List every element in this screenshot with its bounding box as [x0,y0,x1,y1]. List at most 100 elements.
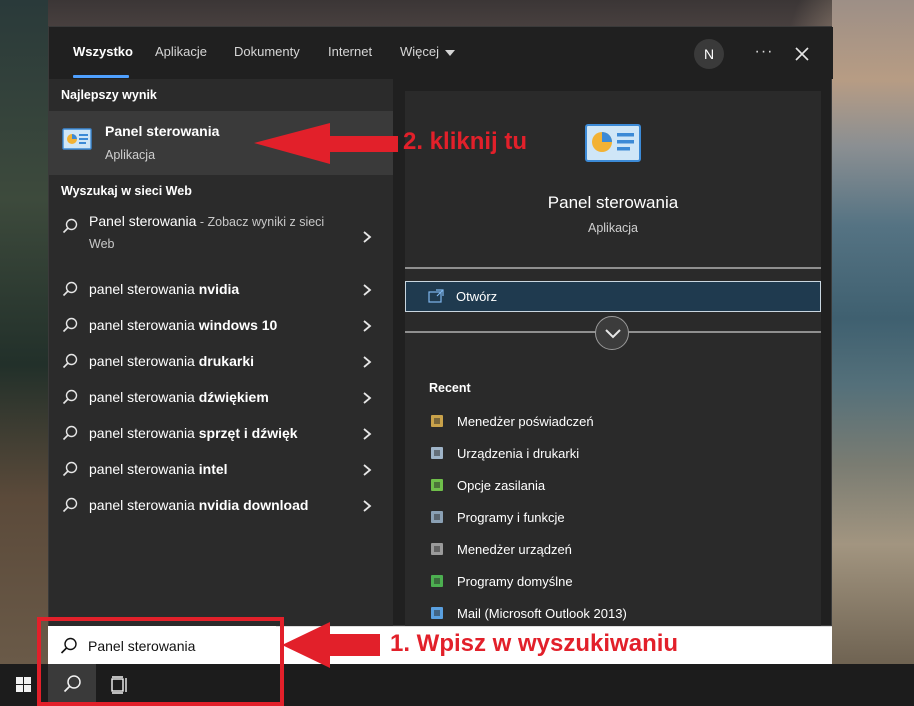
highlight-frame [37,617,284,706]
recent-item[interactable]: Menedżer poświadczeń [405,407,821,439]
suggestion-keyword: dźwiękiem [198,389,269,405]
recent-item-label: Opcje zasilania [457,478,546,493]
search-icon [62,497,78,513]
web-suggestion-text: panel sterowania nvidia [89,281,239,297]
recent-item[interactable]: Menedżer urządzeń [405,535,821,567]
suggestion-prefix: panel sterowania [89,317,199,333]
web-suggestion-text: panel sterowania drukarki [89,353,254,369]
web-suggestion-row[interactable]: panel sterowania windows 10 [49,308,393,344]
active-tab-indicator [73,75,129,78]
results-list: Najlepszy wynik Panel sterowania Aplikac… [49,79,393,627]
best-match-item[interactable]: Panel sterowania Aplikacja [49,111,393,175]
open-button[interactable]: Otwórz [405,281,821,312]
recent-item-icon [431,607,443,619]
suggestion-prefix: panel sterowania [89,497,199,513]
annotation-step1: 1. Wpisz w wyszukiwaniu [390,630,679,657]
best-match-subtitle: Aplikacja [105,148,156,162]
tab-all[interactable]: Wszystko [73,44,133,59]
control-panel-icon [585,124,641,162]
tab-apps[interactable]: Aplikacje [155,44,207,59]
open-icon [428,289,444,303]
best-match-title: Panel sterowania [105,123,220,139]
recent-item[interactable]: Urządzenia i drukarki [405,439,821,471]
suggestion-keyword: windows 10 [198,317,278,333]
tab-internet[interactable]: Internet [328,44,372,59]
preview-subtitle: Aplikacja [587,221,639,235]
web-suggestion-row[interactable]: panel sterowania dźwiękiem [49,380,393,416]
recent-item[interactable]: Opcje zasilania [405,471,821,503]
tab-more-label: Więcej [400,44,440,59]
search-icon [62,353,78,369]
recent-item-label: Urządzenia i drukarki [457,446,580,461]
close-button[interactable] [787,39,817,69]
chevron-right-icon [363,464,372,476]
search-icon [62,218,78,234]
search-icon [62,425,78,441]
preview-title: Panel sterowania [547,193,679,212]
suggestion-prefix: panel sterowania [89,389,199,405]
preview-pane: Panel sterowania Aplikacja Otwórz Recent… [405,91,821,653]
search-icon [62,317,78,333]
recent-item-label: Mail (Microsoft Outlook 2013) [457,606,627,621]
suggestion-keyword: drukarki [198,353,254,369]
tab-more[interactable]: Więcej [400,44,456,59]
search-icon [62,389,78,405]
web-suggestion-text: panel sterowania sprzęt i dźwięk [89,425,298,441]
web-suggestion-row[interactable]: panel sterowania sprzęt i dźwięk [49,416,393,452]
search-window: Wszystko Aplikacje Dokumenty Internet Wi… [48,26,833,653]
recent-item[interactable]: Programy domyślne [405,567,821,599]
suggestion-keyword: intel [198,461,228,477]
recent-item-icon [431,511,443,523]
web-suggestion-row[interactable]: panel sterowania intel [49,452,393,488]
recent-item-label: Programy i funkcje [457,510,565,525]
web-suggestion-text: panel sterowania dźwiękiem [89,389,269,405]
best-match-heading: Najlepszy wynik [61,88,157,102]
chevron-right-icon [363,500,372,512]
open-button-label: Otwórz [456,289,498,304]
expand-button[interactable] [595,316,629,350]
chevron-right-icon [363,320,372,332]
tab-documents[interactable]: Dokumenty [234,44,300,59]
web-result-row[interactable]: Panel sterowania - Zobacz wyniki z sieci… [49,209,393,265]
web-result-query: Panel sterowania [89,213,197,229]
chevron-right-icon [363,284,372,296]
recent-heading: Recent [429,381,471,395]
annotation-step2: 2. kliknij tu [403,128,528,155]
recent-item-label: Programy domyślne [457,574,573,589]
chevron-right-icon [363,356,372,368]
suggestion-keyword: nvidia download [198,497,309,513]
recent-item-icon [431,543,443,555]
chevron-down-icon [445,49,456,56]
chevron-down-icon [605,329,621,339]
account-avatar[interactable]: N [694,39,724,69]
recent-item-label: Menedżer urządzeń [457,542,572,557]
more-options-button[interactable]: ··· [749,39,779,69]
recent-item-icon [431,415,443,427]
web-search-heading: Wyszukaj w sieci Web [61,184,192,198]
close-icon [795,47,809,61]
suggestion-prefix: panel sterowania [89,425,199,441]
recent-item[interactable]: Programy i funkcje [405,503,821,535]
search-icon [62,461,78,477]
control-panel-icon [62,128,92,150]
suggestion-prefix: panel sterowania [89,281,199,297]
web-suggestion-row[interactable]: panel sterowania drukarki [49,344,393,380]
search-tabbar: Wszystko Aplikacje Dokumenty Internet Wi… [49,27,833,79]
wallpaper-left-edge [0,0,48,664]
web-result-text: Panel sterowania - Zobacz wyniki z sieci… [89,211,349,255]
web-suggestion-row[interactable]: panel sterowania nvidia [49,272,393,308]
divider [405,267,821,269]
web-suggestion-text: panel sterowania intel [89,461,228,477]
web-suggestion-text: panel sterowania nvidia download [89,497,308,513]
recent-item-icon [431,575,443,587]
recent-item-icon [431,479,443,491]
chevron-right-icon [363,392,372,404]
web-suggestion-row[interactable]: panel sterowania nvidia download [49,488,393,524]
recent-item-label: Menedżer poświadczeń [457,414,594,429]
suggestion-keyword: sprzęt i dźwięk [198,425,298,441]
suggestion-keyword: nvidia [198,281,240,297]
suggestion-prefix: panel sterowania [89,353,199,369]
chevron-right-icon [363,231,372,243]
chevron-right-icon [363,428,372,440]
suggestion-prefix: panel sterowania [89,461,199,477]
